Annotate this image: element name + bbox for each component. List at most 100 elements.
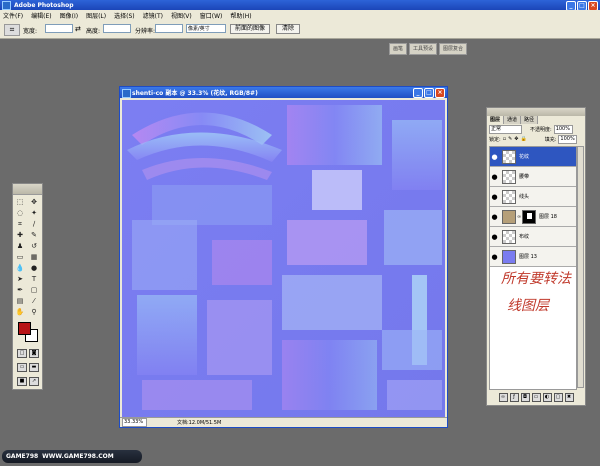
watermark-logo: GAME798 bbox=[6, 453, 39, 460]
opacity-input[interactable]: 100% bbox=[553, 124, 573, 134]
lasso-tool-icon[interactable]: ◌ bbox=[14, 208, 26, 218]
resolution-unit-select[interactable]: 像素/英寸 bbox=[186, 24, 226, 33]
trash-icon[interactable]: ✖ bbox=[564, 393, 574, 402]
stamp-tool-icon[interactable]: ♟ bbox=[14, 241, 26, 251]
menu-layer[interactable]: 图层(L) bbox=[86, 11, 106, 20]
visibility-eye-icon[interactable]: ● bbox=[490, 153, 499, 161]
layer-style-icon[interactable]: ƒ bbox=[509, 393, 519, 402]
menu-file[interactable]: 文件(F) bbox=[3, 11, 23, 20]
resolution-input[interactable] bbox=[155, 24, 183, 33]
screen-mode-black-icon[interactable]: ■ bbox=[17, 377, 27, 386]
dodge-tool-icon[interactable]: ● bbox=[28, 263, 40, 273]
path-selection-tool-icon[interactable]: ➤ bbox=[14, 274, 26, 284]
healing-brush-tool-icon[interactable]: ✚ bbox=[14, 230, 26, 240]
document-size-info[interactable]: 文档:12.0M/51.5M bbox=[177, 419, 221, 426]
height-input[interactable] bbox=[103, 24, 131, 33]
width-input[interactable] bbox=[45, 24, 73, 33]
opacity-value: 100% bbox=[555, 125, 570, 132]
screen-mode-full-icon[interactable]: ▬ bbox=[29, 363, 39, 372]
canvas[interactable] bbox=[122, 100, 445, 417]
marquee-tool-icon[interactable]: ⬚ bbox=[14, 197, 26, 207]
layer-row-xian-tou[interactable]: ● 线头 bbox=[490, 187, 576, 207]
visibility-eye-icon[interactable]: ● bbox=[490, 173, 499, 181]
type-tool-icon[interactable]: T bbox=[28, 274, 40, 284]
front-image-button[interactable]: 前面的图像 bbox=[230, 24, 270, 34]
fill-input[interactable]: 100% bbox=[558, 134, 578, 144]
layer-row-bu-wen[interactable]: ● 布纹 bbox=[490, 227, 576, 247]
annotation-line1: 所有要转法 bbox=[501, 271, 572, 287]
blur-tool-icon[interactable]: 💧 bbox=[14, 263, 26, 273]
pen-tool-icon[interactable]: ✒ bbox=[14, 285, 26, 295]
jump-to-imageready-icon[interactable]: ↗ bbox=[29, 377, 39, 386]
tab-layers[interactable]: 图层 bbox=[487, 116, 505, 124]
visibility-eye-icon[interactable]: ● bbox=[490, 193, 499, 201]
layer-mask-thumbnail[interactable] bbox=[522, 209, 536, 224]
new-layer-icon[interactable]: ▢ bbox=[553, 393, 563, 402]
well-tab-brushes[interactable]: 画笔 bbox=[389, 43, 408, 55]
menu-filter[interactable]: 滤镜(T) bbox=[143, 11, 163, 20]
layer-thumbnail bbox=[502, 169, 516, 184]
new-group-icon[interactable]: ▭ bbox=[531, 393, 541, 402]
crop-tool-icon[interactable]: ⌗ bbox=[14, 219, 26, 229]
eyedropper-tool-icon[interactable]: ⁄ bbox=[28, 296, 40, 306]
brush-tool-icon[interactable]: ✎ bbox=[28, 230, 40, 240]
width-label: 宽度: bbox=[23, 28, 38, 35]
clear-button[interactable]: 清除 bbox=[276, 24, 300, 34]
menu-help[interactable]: 帮助(H) bbox=[230, 11, 251, 20]
layer-thumbnail bbox=[502, 149, 516, 164]
lock-all-icon[interactable]: 🔒 bbox=[520, 136, 526, 142]
lock-position-icon[interactable]: ✥ bbox=[514, 136, 518, 142]
notes-tool-icon[interactable]: ▤ bbox=[14, 296, 26, 306]
layers-panel-header[interactable] bbox=[487, 108, 585, 116]
layers-panel-tabs: 图层 通道 路径 bbox=[487, 116, 585, 124]
photoshop-icon bbox=[2, 0, 11, 10]
lock-transparency-icon[interactable]: ▫ bbox=[503, 136, 506, 142]
layer-row-hua-wen[interactable]: ● 花纹 bbox=[490, 147, 576, 167]
document-title: shenti-co 副本 @ 33.3% (花纹, RGB/8#) bbox=[132, 90, 258, 97]
menu-image[interactable]: 图像(I) bbox=[60, 11, 78, 20]
slice-tool-icon[interactable]: ∕ bbox=[28, 219, 40, 229]
layer-row-18[interactable]: ● ∞ 图层 18 bbox=[490, 207, 576, 227]
zoom-level-field[interactable]: 33.33% bbox=[122, 418, 147, 427]
well-tab-tool-presets[interactable]: 工具预设 bbox=[409, 43, 438, 55]
layer-row-yao-dai[interactable]: ● 腰带 bbox=[490, 167, 576, 187]
fill-label: 填充: bbox=[544, 136, 557, 143]
annotation-line2: 线图层 bbox=[507, 298, 551, 314]
history-brush-tool-icon[interactable]: ↺ bbox=[28, 241, 40, 251]
eraser-tool-icon[interactable]: ▭ bbox=[14, 252, 26, 262]
toolbox-header[interactable] bbox=[13, 184, 42, 195]
menu-window[interactable]: 窗口(W) bbox=[200, 11, 223, 20]
document-window-controls: _ □ × bbox=[413, 88, 445, 98]
screen-mode-standard-icon[interactable]: ▭ bbox=[17, 363, 27, 372]
lock-image-icon[interactable]: ✎ bbox=[508, 136, 512, 142]
blend-mode-select[interactable]: 正常 bbox=[489, 124, 522, 134]
gradient-tool-icon[interactable]: ▦ bbox=[28, 252, 40, 262]
visibility-eye-icon[interactable]: ● bbox=[490, 233, 499, 241]
menu-select[interactable]: 选择(S) bbox=[114, 11, 135, 20]
adjustment-layer-icon[interactable]: ◐ bbox=[542, 393, 552, 402]
menu-edit[interactable]: 编辑(E) bbox=[31, 11, 51, 20]
app-title: Adobe Photoshop bbox=[14, 1, 74, 9]
layers-panel-footer: ∞ ƒ ◘ ▭ ◐ ▢ ✖ bbox=[489, 392, 583, 403]
document-maximize-icon[interactable]: □ bbox=[424, 88, 434, 98]
link-layers-icon[interactable]: ∞ bbox=[498, 393, 508, 402]
magic-wand-tool-icon[interactable]: ✦ bbox=[28, 208, 40, 218]
tab-paths[interactable]: 路径 bbox=[521, 116, 539, 124]
quick-mask-icon[interactable]: ◙ bbox=[29, 349, 39, 358]
document-minimize-icon[interactable]: _ bbox=[413, 88, 423, 98]
menu-view[interactable]: 视图(V) bbox=[171, 11, 192, 20]
shape-tool-icon[interactable]: ▢ bbox=[28, 285, 40, 295]
standard-mode-icon[interactable]: □ bbox=[17, 349, 27, 358]
resolution-label: 分辨率: bbox=[135, 28, 156, 35]
tab-channels[interactable]: 通道 bbox=[504, 116, 522, 124]
document-close-icon[interactable]: × bbox=[435, 88, 445, 98]
hand-tool-icon[interactable]: ✋ bbox=[14, 307, 26, 317]
well-tab-layer-comps[interactable]: 图层复合 bbox=[439, 43, 468, 55]
visibility-eye-icon[interactable]: ● bbox=[490, 213, 499, 221]
swap-dimensions-icon[interactable]: ⇄ bbox=[75, 25, 81, 33]
foreground-color-swatch[interactable] bbox=[18, 322, 31, 335]
crop-tool-icon[interactable]: ⌗ bbox=[4, 24, 20, 36]
move-tool-icon[interactable]: ✥ bbox=[28, 197, 40, 207]
zoom-tool-icon[interactable]: ⚲ bbox=[28, 307, 40, 317]
add-mask-icon[interactable]: ◘ bbox=[520, 393, 530, 402]
